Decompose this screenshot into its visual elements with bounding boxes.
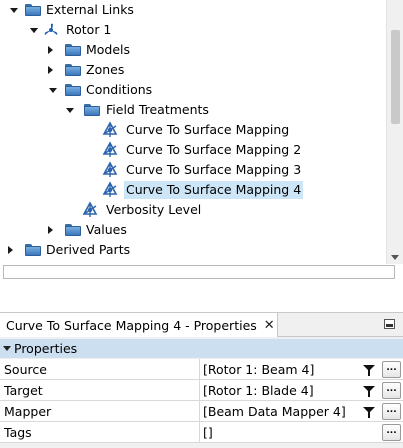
property-name: Source <box>4 362 47 377</box>
property-row-target: Target [Rotor 1: Blade 4] ... <box>0 380 403 401</box>
simulation-tree-pane: External Links Rotor 1 Models Zones Cond… <box>0 0 403 264</box>
tree-item-curve-to-surface-mapping-2[interactable]: Curve To Surface Mapping 2 <box>0 140 386 160</box>
tree-item-label: Zones <box>86 62 125 77</box>
tab-title: Curve To Surface Mapping 4 - Properties <box>6 317 257 333</box>
ellipsis-button[interactable]: ... <box>382 382 401 399</box>
collapse-twisty-icon[interactable] <box>66 108 74 113</box>
property-row-mapper: Mapper [Beam Data Mapper 4] ... <box>0 401 403 422</box>
tree-item-derived-parts[interactable]: Derived Parts <box>0 240 386 260</box>
property-name: Tags <box>4 425 32 440</box>
collapse-twisty-icon[interactable] <box>30 28 38 33</box>
expand-twisty-icon[interactable] <box>48 226 53 234</box>
folder-icon <box>65 84 81 96</box>
folder-icon <box>65 224 81 236</box>
tree-item-models[interactable]: Models <box>0 40 386 60</box>
tree-item-label: Values <box>86 222 127 237</box>
tree-item-rotor-1[interactable]: Rotor 1 <box>0 20 386 40</box>
tree-item-curve-to-surface-mapping-3[interactable]: Curve To Surface Mapping 3 <box>0 160 386 180</box>
collapse-twisty-icon[interactable] <box>10 8 18 13</box>
expand-twisty-icon[interactable] <box>48 46 53 54</box>
properties-section-header[interactable]: Properties <box>0 339 403 358</box>
tree-item-field-treatments[interactable]: Field Treatments <box>0 100 386 120</box>
tree-item-label: Curve To Surface Mapping 4 <box>124 181 304 199</box>
tree-item-external-links[interactable]: External Links <box>0 0 386 20</box>
folder-icon <box>25 4 41 16</box>
tree-horizontal-scrollbar[interactable] <box>3 265 395 279</box>
filter-icon[interactable] <box>360 362 377 377</box>
filter-icon[interactable] <box>360 404 377 419</box>
property-value[interactable]: [Beam Data Mapper 4] <box>203 401 346 422</box>
ellipsis-button[interactable]: ... <box>382 424 401 441</box>
tree-item-zones[interactable]: Zones <box>0 60 386 80</box>
tree-item-label: Rotor 1 <box>66 22 112 37</box>
tree-item-label: Derived Parts <box>46 242 131 257</box>
mapping-icon <box>81 201 99 219</box>
scroll-down-arrow-icon[interactable] <box>391 255 399 260</box>
tree-item-label: Curve To Surface Mapping 3 <box>126 162 302 177</box>
tree-item-label: Models <box>86 42 131 57</box>
empty-area <box>0 282 403 312</box>
collapse-twisty-icon[interactable] <box>49 88 57 93</box>
property-value[interactable]: [Rotor 1: Beam 4] <box>203 359 314 380</box>
folder-icon <box>65 44 81 56</box>
property-value[interactable]: [] <box>203 422 213 443</box>
tree-item-curve-to-surface-mapping[interactable]: Curve To Surface Mapping <box>0 120 386 140</box>
mapping-icon <box>101 161 119 179</box>
tree-item-curve-to-surface-mapping-4[interactable]: Curve To Surface Mapping 4 <box>0 180 386 200</box>
collapse-twisty-icon[interactable] <box>3 346 11 351</box>
scrollbar-thumb[interactable] <box>391 30 400 124</box>
tab-properties[interactable]: Curve To Surface Mapping 4 - Properties … <box>0 313 278 337</box>
section-title: Properties <box>14 341 78 356</box>
tree-item-label: Curve To Surface Mapping <box>126 122 290 137</box>
property-row-tags: Tags [] ... <box>0 422 403 443</box>
ellipsis-button[interactable]: ... <box>382 361 401 378</box>
minimize-panel-button[interactable] <box>384 319 395 329</box>
rotor-icon <box>42 21 60 39</box>
expand-twisty-icon[interactable] <box>8 246 13 254</box>
tree-item-label: Conditions <box>86 82 153 97</box>
properties-tab-bar: Curve To Surface Mapping 4 - Properties … <box>0 313 403 337</box>
mapping-icon <box>101 141 119 159</box>
property-name: Target <box>4 383 43 398</box>
simulation-tree: External Links Rotor 1 Models Zones Cond… <box>0 0 386 264</box>
ellipsis-button[interactable]: ... <box>382 403 401 420</box>
mapping-icon <box>101 181 119 199</box>
tree-item-values[interactable]: Values <box>0 220 386 240</box>
tree-item-label: Verbosity Level <box>106 202 202 217</box>
tree-item-conditions[interactable]: Conditions <box>0 80 386 100</box>
property-value[interactable]: [Rotor 1: Blade 4] <box>203 380 314 401</box>
folder-icon <box>25 244 41 256</box>
tree-item-label: Curve To Surface Mapping 2 <box>126 142 302 157</box>
tree-item-verbosity-level[interactable]: Verbosity Level <box>0 200 386 220</box>
close-tab-icon[interactable]: ✕ <box>264 318 275 333</box>
tree-item-label: External Links <box>46 2 134 17</box>
filter-icon[interactable] <box>360 383 377 398</box>
mapping-icon <box>101 121 119 139</box>
folder-icon <box>84 104 100 116</box>
property-name: Mapper <box>4 404 52 419</box>
tree-vertical-scrollbar[interactable] <box>386 0 403 264</box>
property-row-source: Source [Rotor 1: Beam 4] ... <box>0 359 403 380</box>
properties-panel: Curve To Surface Mapping 4 - Properties … <box>0 312 403 448</box>
tree-item-label: Field Treatments <box>106 102 209 117</box>
folder-icon <box>65 64 81 76</box>
expand-twisty-icon[interactable] <box>48 66 53 74</box>
